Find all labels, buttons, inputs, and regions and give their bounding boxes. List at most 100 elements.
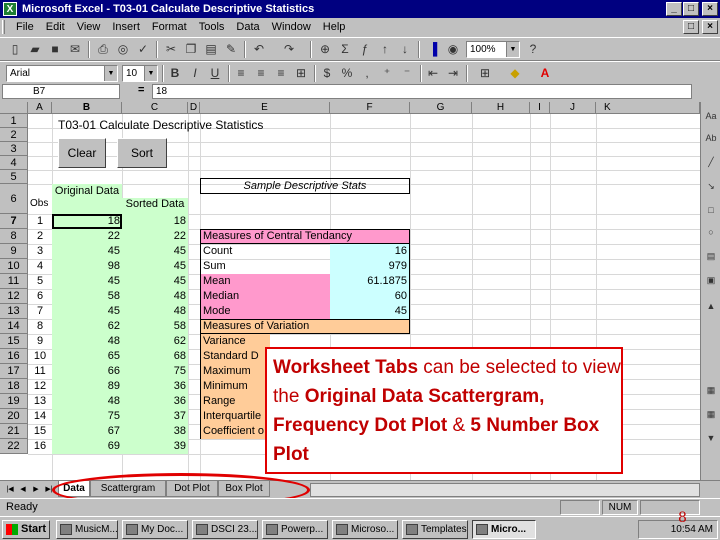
close-button[interactable]: × bbox=[702, 2, 718, 16]
minimize-button[interactable]: _ bbox=[666, 2, 682, 16]
cut-icon[interactable]: ✂ bbox=[162, 41, 180, 58]
sorted-data-cell[interactable]: 39 bbox=[122, 439, 188, 454]
sorted-data-cell[interactable]: 18 bbox=[122, 214, 188, 229]
row-header-14[interactable]: 14 bbox=[0, 319, 28, 334]
task-music[interactable]: MusicM... bbox=[56, 520, 118, 539]
align-left-icon[interactable]: ≡ bbox=[232, 65, 250, 82]
task-dsci[interactable]: DSCI 23... bbox=[192, 520, 258, 539]
print-icon[interactable]: ⎙ bbox=[94, 41, 112, 58]
original-data-cell[interactable]: 66 bbox=[52, 364, 122, 379]
scroll-up-icon[interactable]: ▲ bbox=[703, 298, 719, 314]
column-header-k[interactable]: K bbox=[596, 102, 700, 114]
arrow-icon[interactable]: ↘ bbox=[703, 178, 719, 194]
obs-cell[interactable]: 1 bbox=[28, 214, 52, 229]
original-data-cell[interactable]: 62 bbox=[52, 319, 122, 334]
maximize-button[interactable]: □ bbox=[683, 2, 699, 16]
original-data-cell[interactable]: 75 bbox=[52, 409, 122, 424]
central-stat-value[interactable]: 979 bbox=[330, 259, 410, 274]
column-header-f[interactable]: F bbox=[330, 102, 410, 114]
row-header-18[interactable]: 18 bbox=[0, 379, 28, 394]
task-powerpoint[interactable]: Powerp... bbox=[262, 520, 328, 539]
row-header-17[interactable]: 17 bbox=[0, 364, 28, 379]
row-header-22[interactable]: 22 bbox=[0, 439, 28, 454]
sorted-data-cell[interactable]: 68 bbox=[122, 349, 188, 364]
row-header-1[interactable]: 1 bbox=[0, 114, 28, 128]
map-icon[interactable]: ◉ bbox=[444, 41, 462, 58]
start-button[interactable]: Start bbox=[2, 520, 50, 539]
row-header-15[interactable]: 15 bbox=[0, 334, 28, 349]
comma-icon[interactable]: , bbox=[358, 65, 376, 82]
original-data-cell[interactable]: 48 bbox=[52, 334, 122, 349]
task-excel[interactable]: Micro... bbox=[472, 520, 536, 539]
formula-equals[interactable]: = bbox=[138, 84, 144, 96]
original-data-cell[interactable]: 98 bbox=[52, 259, 122, 274]
rectangle-icon[interactable]: □ bbox=[703, 202, 719, 218]
menu-view[interactable]: View bbox=[71, 18, 107, 36]
original-data-cell[interactable]: 45 bbox=[52, 244, 122, 259]
sort-ascending-icon[interactable]: ↑ bbox=[376, 41, 394, 58]
obs-cell[interactable]: 4 bbox=[28, 259, 52, 274]
chart-wizard-icon[interactable]: ▐ bbox=[424, 41, 442, 58]
column-header-j[interactable]: J bbox=[550, 102, 596, 114]
original-data-cell[interactable]: 45 bbox=[52, 304, 122, 319]
row-header-5[interactable]: 5 bbox=[0, 170, 28, 184]
pattern-icon[interactable]: ▦ bbox=[703, 382, 719, 398]
italic-icon[interactable]: I bbox=[186, 65, 204, 82]
column-header-h[interactable]: H bbox=[472, 102, 530, 114]
save-icon[interactable]: ■ bbox=[46, 41, 64, 58]
print-preview-icon[interactable]: ◎ bbox=[114, 41, 132, 58]
row-header-9[interactable]: 9 bbox=[0, 244, 28, 259]
align-center-icon[interactable]: ≡ bbox=[252, 65, 270, 82]
menu-data[interactable]: Data bbox=[230, 18, 265, 36]
sorted-data-cell[interactable]: 37 bbox=[122, 409, 188, 424]
original-data-cell[interactable]: 67 bbox=[52, 424, 122, 439]
sorted-data-cell[interactable]: 36 bbox=[122, 379, 188, 394]
currency-icon[interactable]: $ bbox=[318, 65, 336, 82]
formula-input[interactable]: 18 bbox=[152, 84, 692, 99]
textbox-icon[interactable]: ▤ bbox=[703, 248, 719, 264]
obs-cell[interactable]: 10 bbox=[28, 349, 52, 364]
column-header-e[interactable]: E bbox=[200, 102, 330, 114]
obs-cell[interactable]: 2 bbox=[28, 229, 52, 244]
column-header-c[interactable]: C bbox=[122, 102, 188, 114]
ellipse-icon[interactable]: ○ bbox=[703, 224, 719, 240]
obs-cell[interactable]: 7 bbox=[28, 304, 52, 319]
original-data-cell[interactable]: 48 bbox=[52, 394, 122, 409]
sorted-data-cell[interactable]: 48 bbox=[122, 304, 188, 319]
sorted-data-cell[interactable]: 48 bbox=[122, 289, 188, 304]
hyperlink-icon[interactable]: ⊕ bbox=[316, 41, 334, 58]
row-header-20[interactable]: 20 bbox=[0, 409, 28, 424]
shadow-icon[interactable]: ▣ bbox=[703, 272, 719, 288]
open-icon[interactable]: ▰ bbox=[26, 41, 44, 58]
original-data-cell[interactable]: 89 bbox=[52, 379, 122, 394]
copy-icon[interactable]: ❐ bbox=[182, 41, 200, 58]
obs-cell[interactable]: 3 bbox=[28, 244, 52, 259]
obs-cell[interactable]: 15 bbox=[28, 424, 52, 439]
sorted-data-cell[interactable]: 36 bbox=[122, 394, 188, 409]
borders-icon[interactable]: ⊞ bbox=[476, 65, 494, 82]
increase-decimal-icon[interactable]: ⁺ bbox=[378, 65, 396, 82]
row-header-4[interactable]: 4 bbox=[0, 156, 28, 170]
sorted-data-cell[interactable]: 45 bbox=[122, 244, 188, 259]
obs-cell[interactable]: 6 bbox=[28, 289, 52, 304]
row-header-8[interactable]: 8 bbox=[0, 229, 28, 244]
menu-tools[interactable]: Tools bbox=[193, 18, 231, 36]
email-icon[interactable]: ✉ bbox=[66, 41, 84, 58]
sorted-data-cell[interactable]: 58 bbox=[122, 319, 188, 334]
align-right-icon[interactable]: ≡ bbox=[272, 65, 290, 82]
spelling-icon[interactable]: ✓ bbox=[134, 41, 152, 58]
menu-file[interactable]: File bbox=[10, 18, 40, 36]
sorted-data-cell[interactable]: 62 bbox=[122, 334, 188, 349]
chevron-down-icon[interactable]: ▼ bbox=[144, 66, 157, 81]
sort-descending-icon[interactable]: ↓ bbox=[396, 41, 414, 58]
line-icon[interactable]: ╱ bbox=[703, 154, 719, 170]
sorted-data-cell[interactable]: 38 bbox=[122, 424, 188, 439]
decrease-decimal-icon[interactable]: ⁻ bbox=[398, 65, 416, 82]
row-header-7[interactable]: 7 bbox=[0, 214, 28, 229]
font-combo[interactable]: Arial ▼ bbox=[6, 65, 118, 82]
central-stat-value[interactable]: 60 bbox=[330, 289, 410, 304]
row-header-6[interactable]: 6 bbox=[0, 184, 28, 214]
menu-window[interactable]: Window bbox=[266, 18, 317, 36]
original-data-cell[interactable]: 65 bbox=[52, 349, 122, 364]
column-header-i[interactable]: I bbox=[530, 102, 550, 114]
